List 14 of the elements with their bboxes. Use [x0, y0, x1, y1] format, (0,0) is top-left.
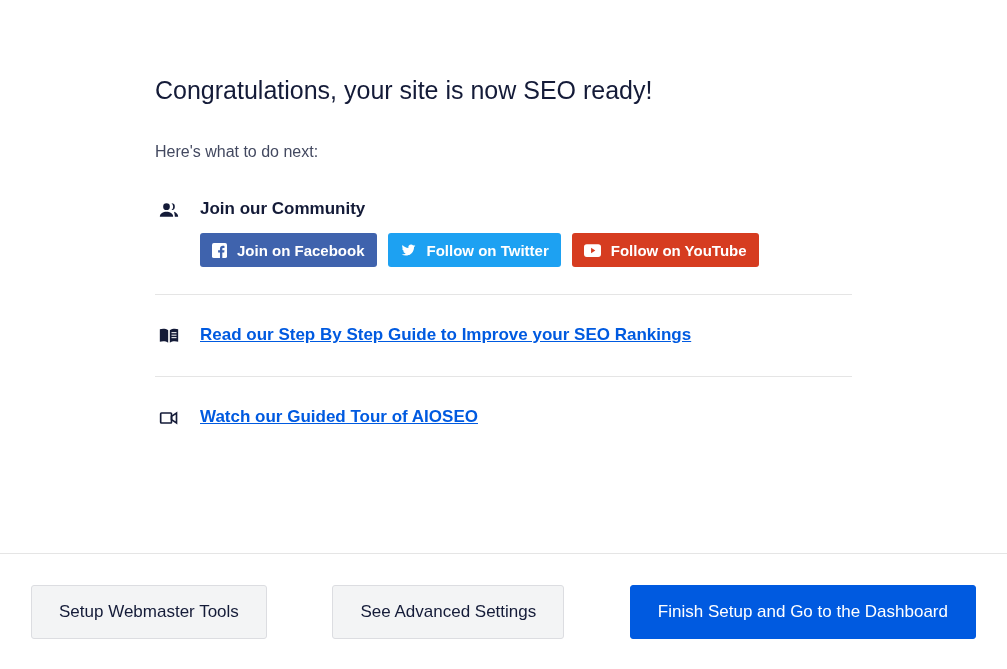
twitter-bird-icon — [399, 242, 417, 258]
section-title: Join our Community — [200, 199, 367, 219]
social-button[interactable]: Join on Facebook — [200, 233, 377, 267]
guide-link[interactable]: Watch our Guided Tour of AIOSEO — [200, 407, 478, 427]
social-button[interactable]: Follow on YouTube — [571, 233, 759, 267]
guide-link[interactable]: Read our Step By Step Guide to Improve your SEO Rankings — [200, 325, 692, 345]
finish-button[interactable]: Finish Setup and Go to the Dashboard — [629, 584, 976, 639]
facebook-icon — [212, 242, 227, 258]
intro-text: Here's what to do next: — [155, 143, 320, 161]
secondary-button[interactable]: Setup Webmaster Tools — [31, 584, 267, 639]
play-icon — [583, 243, 601, 257]
page-heading: Congratulations, your site is now SEO ready! — [155, 76, 654, 105]
secondary-button[interactable]: See Advanced Settings — [332, 584, 565, 639]
users-icon — [158, 200, 179, 220]
